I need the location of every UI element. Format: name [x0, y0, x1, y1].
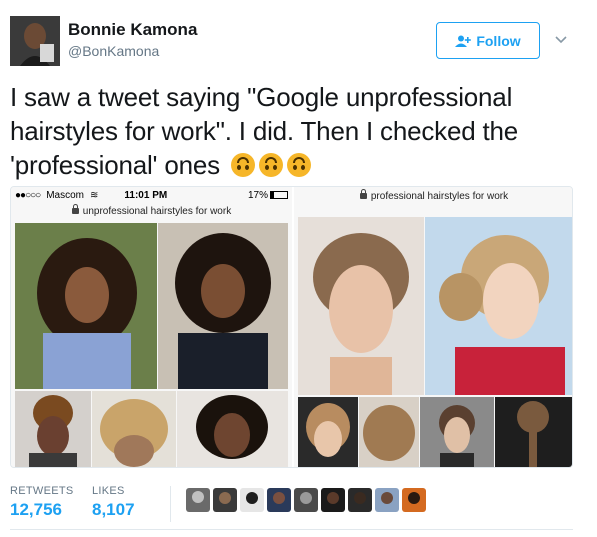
- chevron-down-icon[interactable]: [554, 34, 568, 46]
- liker-avatar[interactable]: [240, 488, 264, 512]
- tweet-media[interactable]: ●●○○○ Mascom ≋ 11:01 PM 17% unprofession…: [10, 186, 573, 468]
- liker-avatar[interactable]: [348, 488, 372, 512]
- url-bar: unprofessional hairstyles for work: [11, 204, 292, 220]
- url-bar: professional hairstyles for work: [294, 189, 572, 205]
- liker-avatar[interactable]: [267, 488, 291, 512]
- photo-side-bun[interactable]: [425, 217, 572, 395]
- liker-avatar[interactable]: [294, 488, 318, 512]
- photo-side-ponytail[interactable]: [298, 397, 358, 467]
- bottom-divider: [10, 529, 573, 530]
- photo-sleek-ponytail-1[interactable]: [420, 397, 494, 467]
- tweet-header: Bonnie Kamona @BonKamona Follow: [10, 12, 587, 72]
- follow-label: Follow: [476, 32, 521, 49]
- signal-icon: ●●○○○: [15, 189, 41, 201]
- retweets-count[interactable]: 12,756: [10, 500, 62, 520]
- battery-icon: [270, 191, 288, 199]
- likes-count[interactable]: 8,107: [92, 500, 135, 520]
- likers-avatars: [186, 488, 426, 516]
- author-handle[interactable]: @BonKamona: [68, 43, 159, 59]
- stats-divider: [170, 486, 171, 522]
- photo-braided-hair[interactable]: [298, 217, 424, 395]
- url-text: unprofessional hairstyles for work: [82, 206, 232, 217]
- add-user-icon: [455, 35, 472, 47]
- tweet-stats: RETWEETS 12,756 LIKES 8,107: [10, 482, 580, 527]
- liker-avatar[interactable]: [213, 488, 237, 512]
- liker-avatar[interactable]: [321, 488, 345, 512]
- avatar[interactable]: [10, 16, 60, 66]
- unprofessional-search-screenshot[interactable]: ●●○○○ Mascom ≋ 11:01 PM 17% unprofession…: [11, 187, 292, 467]
- lock-icon: [71, 204, 79, 214]
- tweet-text: I saw a tweet saying "Google unprofessio…: [10, 80, 580, 182]
- phone-status-bar: ●●○○○ Mascom ≋ 11:01 PM 17%: [11, 187, 292, 203]
- lock-icon: [359, 189, 367, 199]
- liker-avatar[interactable]: [402, 488, 426, 512]
- upside-down-face-icon: [258, 153, 283, 177]
- author-name[interactable]: Bonnie Kamona: [68, 20, 197, 40]
- photo-updo-2[interactable]: [92, 391, 176, 467]
- wifi-icon: ≋: [90, 189, 99, 201]
- professional-search-screenshot[interactable]: professional hairstyles for work: [294, 187, 572, 467]
- photo-curly-hair-1[interactable]: [15, 223, 157, 389]
- photo-updo-1[interactable]: [15, 391, 91, 467]
- liker-avatar[interactable]: [186, 488, 210, 512]
- carrier: Mascom: [46, 189, 84, 201]
- liker-avatar[interactable]: [375, 488, 399, 512]
- photo-sleek-ponytail-2[interactable]: [495, 397, 572, 467]
- photo-curly-hair-3[interactable]: [177, 391, 288, 467]
- upside-down-face-icon: [230, 153, 255, 177]
- likes-label[interactable]: LIKES: [92, 485, 125, 497]
- photo-curly-hair-2[interactable]: [158, 223, 288, 389]
- battery-percent: 17%: [247, 189, 268, 201]
- retweets-label[interactable]: RETWEETS: [10, 485, 74, 497]
- follow-button[interactable]: Follow: [436, 22, 540, 59]
- upside-down-face-icon: [286, 153, 311, 177]
- url-text: professional hairstyles for work: [370, 191, 509, 202]
- photo-low-bun[interactable]: [359, 397, 419, 467]
- status-time: 11:01 PM: [124, 189, 168, 201]
- battery-indicator: 17%: [248, 190, 288, 201]
